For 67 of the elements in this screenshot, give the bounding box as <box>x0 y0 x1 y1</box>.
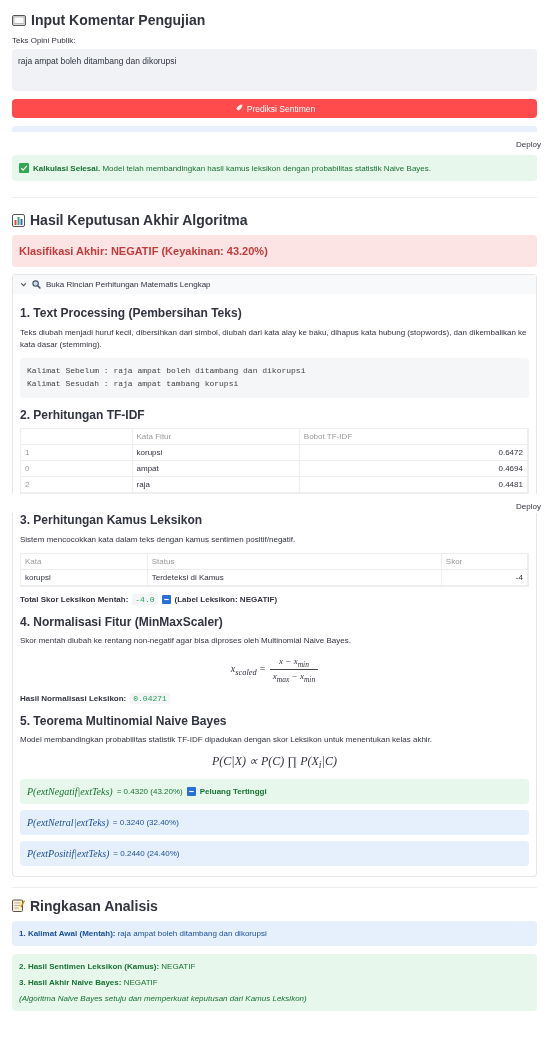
row-index: 2 <box>21 476 133 493</box>
table-cell: korupsi <box>21 569 148 586</box>
summary-line: 1. Kalimat Awal (Mentah): raja ampat boleh ditambang dan dikorupsi <box>19 928 268 938</box>
formula-text: x$_{max}$ − x$_{min}$ <box>269 669 319 686</box>
bar-chart-icon <box>12 213 25 227</box>
check-icon <box>19 163 29 173</box>
table-cell: Terdeteksi di Kamus <box>147 569 442 586</box>
magnifier-icon <box>32 280 41 289</box>
section-title: Input Komentar Pengujian <box>31 12 206 28</box>
summary-note: (Algoritma Naive Bayes setuju dan memperkuat keputusan dari Kamus Leksikon) <box>19 993 308 1003</box>
table-cell: ampat <box>132 460 300 477</box>
lexicon-label: (Label Leksikon: NEGATIF) <box>174 594 278 604</box>
monitor-icon <box>12 14 26 26</box>
classification-text: Klasifikasi Akhir: NEGATIF (Keyakinan: 43.20%) <box>19 245 269 257</box>
probability-expression: P(extNetral|extTeks) <box>27 816 109 828</box>
deploy-button[interactable]: Deploy <box>514 499 543 513</box>
code-line: Kalimat Sesudah : raja ampat tambang korupsi <box>27 377 240 390</box>
step-description: Sistem mencocokkan kata dalam teks dengan kamus sentimen positif/negatif. <box>20 533 297 546</box>
table-header: Skor <box>441 553 528 570</box>
row-index: 1 <box>21 444 133 461</box>
highest-label: Peluang Tertinggi <box>199 786 267 796</box>
step-heading: 5. Teorema Multinomial Naive Bayes <box>20 714 228 729</box>
chevron-icon <box>20 281 27 288</box>
label-icon <box>161 594 171 604</box>
formula-text: P(C|X) ∝ P(C) ∏ P(X$_{i}$|C) <box>212 754 337 771</box>
probability-value: = 0.3240 (32.40%) <box>112 817 179 827</box>
total-value: -4.0 <box>132 593 158 605</box>
expander-header[interactable]: Buka Rincian Perhitungan Matematis Lengkap <box>13 275 536 294</box>
memo-icon <box>12 899 25 913</box>
deploy-button[interactable]: Deploy <box>514 138 543 151</box>
table-header: Bobot TF-IDF <box>299 428 528 445</box>
label-icon <box>186 786 196 796</box>
section-title: Hasil Keputusan Akhir Algoritma <box>30 212 248 228</box>
table-header: Kata Fitur <box>132 428 300 445</box>
step-description: Teks diubah menjadi huruf kecil, dibersihkan dari simbol, diubah dari kata alay ke baku, dihapus kata hubung (stopwords), dan dikembalikan ke kata dasar (stemming). <box>20 327 528 351</box>
total-label: Total Skor Leksikon Mentah: <box>20 594 129 604</box>
step-heading: 2. Perhitungan TF-IDF <box>20 407 146 422</box>
step-heading: 1. Text Processing (Pembersihan Teks) <box>20 306 243 320</box>
probability-value: = 0.2440 (24.40%) <box>113 848 180 858</box>
probability-expression: P(extPositif|extTeks) <box>27 847 110 859</box>
section-title: Ringkasan Analisis <box>30 897 158 914</box>
code-line: Kalimat Sebelum : raja ampat boleh ditambang dan dikorupsi <box>27 365 307 377</box>
rocket-icon <box>233 104 243 113</box>
table-cell: raja <box>132 476 300 493</box>
table-cell: -4 <box>441 569 528 586</box>
probability-value: = 0.4320 (43.20%) <box>116 786 183 796</box>
row-index: 0 <box>21 460 133 477</box>
table-cell: 0.4694 <box>299 460 528 477</box>
table-cell: 0.4481 <box>299 476 528 493</box>
step-description: Skor mentah diubah ke rentang non-negatif agar bisa diproses oleh Multinomial Naive Bayes. <box>20 634 352 647</box>
formula-text: x$_{scaled}$ = <box>230 662 266 677</box>
formula-text: x − x$_{min}$ <box>278 654 310 670</box>
step-heading: 3. Perhitungan Kamus Leksikon <box>20 512 204 527</box>
step-description: Model membandingkan probabilitas statistik TF-IDF dipadukan dengan skor Leksikon untuk menentukan kelas akhir. <box>20 734 434 747</box>
result-label: Hasil Normalisasi Leksikon: <box>20 694 127 704</box>
field-label: Teks Opini Publik: <box>12 36 77 45</box>
table-header: Kata <box>21 553 148 570</box>
table-header: Status <box>147 553 442 570</box>
comment-textarea[interactable]: raja ampat boleh ditambang dan dikorupsi <box>12 49 537 91</box>
result-value: 0.04271 <box>130 693 170 705</box>
table-cell: 0.6472 <box>299 444 528 461</box>
probability-expression: P(extNegatif|extTeks) <box>27 785 113 797</box>
summary-line: 3. Hasil Akhir Naive Bayes: NEGATIF <box>19 977 159 987</box>
table-cell: korupsi <box>132 444 300 461</box>
summary-line: 2. Hasil Sentimen Leksikon (Kamus): NEGATIF <box>19 961 197 971</box>
success-message: Kalkulasi Selesai. Model telah membandingkan hasil kamus leksikon dengan probabilitas statistik Naive Bayes. <box>33 163 431 173</box>
step-heading: 4. Normalisasi Fitur (MinMaxScaler) <box>20 614 224 629</box>
